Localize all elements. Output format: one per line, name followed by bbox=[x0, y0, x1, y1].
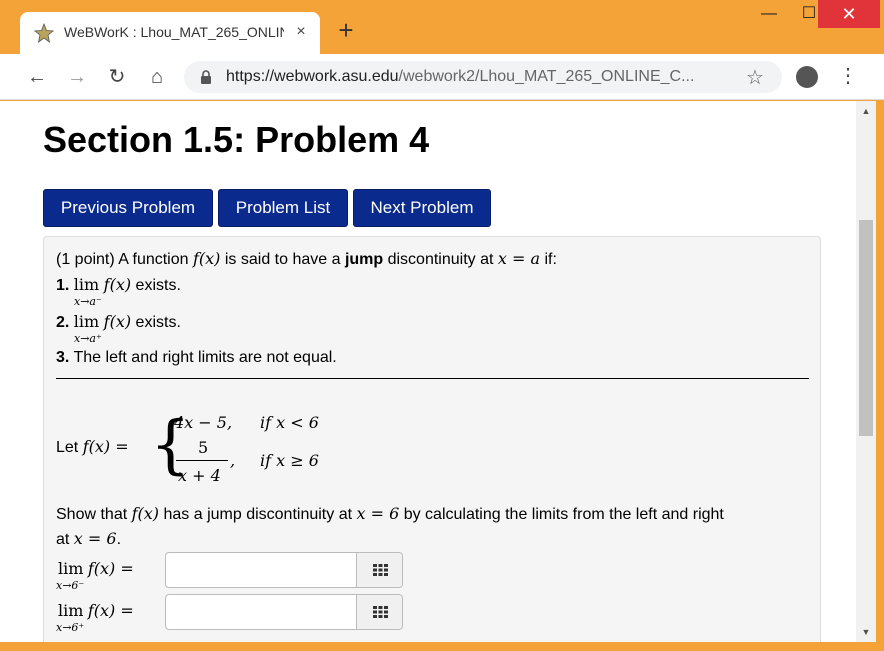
equation-editor-button[interactable] bbox=[356, 553, 402, 587]
piece-1-condition: if x < 6 bbox=[260, 413, 319, 432]
divider bbox=[56, 378, 809, 379]
problem-body: (1 point) A function f(x) is said to hav… bbox=[43, 236, 821, 642]
close-window-button[interactable]: ✕ bbox=[818, 0, 880, 28]
show-text-line-1: Show that f(x) has a jump discontinuity … bbox=[56, 504, 724, 523]
browser-toolbar: ← → ↻ ⌂ https://webwork.asu.edu/webwork2… bbox=[0, 54, 884, 100]
answer-right-subscript: x→6⁺ bbox=[56, 621, 85, 634]
new-tab-button[interactable]: + bbox=[334, 17, 358, 43]
answer-left-subscript: x→6⁻ bbox=[56, 579, 85, 592]
piece-2-numerator: 5 bbox=[198, 438, 209, 457]
piece-2-condition: if x ≥ 6 bbox=[260, 451, 319, 470]
piece-2-denominator: x + 4 bbox=[178, 466, 221, 485]
piece-1-expr: 4x − 5, bbox=[174, 413, 233, 432]
equation-editor-button[interactable] bbox=[356, 595, 402, 629]
lock-icon bbox=[201, 70, 211, 84]
scroll-down-arrow-icon[interactable]: ▼ bbox=[856, 624, 876, 640]
window-frame-bottom bbox=[0, 642, 884, 651]
let-definition: Let f(x) = bbox=[56, 437, 129, 456]
show-text-line-2: at x = 6. bbox=[56, 529, 122, 548]
condition-3: 3. The left and right limits are not equ… bbox=[56, 349, 337, 366]
lim-left-subscript: x→a⁻ bbox=[74, 295, 102, 308]
answer-left-label: lim f(x) = bbox=[58, 559, 134, 578]
keypad-grid-icon bbox=[373, 606, 388, 618]
answer-left-input[interactable] bbox=[166, 553, 356, 587]
home-icon[interactable]: ⌂ bbox=[144, 64, 170, 90]
bookmark-star-icon[interactable]: ☆ bbox=[746, 65, 764, 90]
browser-tab[interactable]: WeBWorK : Lhou_MAT_265_ONLINE × bbox=[20, 12, 320, 54]
lim-right-subscript: x→a⁺ bbox=[74, 332, 102, 345]
url-text[interactable]: https://webwork.asu.edu/webwork2/Lhou_MA… bbox=[226, 68, 734, 86]
tab-close-icon[interactable]: × bbox=[292, 21, 310, 43]
scroll-up-arrow-icon[interactable]: ▲ bbox=[856, 103, 876, 119]
answer-left-field bbox=[165, 552, 403, 588]
webwork-favicon-icon bbox=[34, 23, 54, 43]
forward-arrow-icon[interactable]: → bbox=[64, 64, 90, 90]
page-title: Section 1.5: Problem 4 bbox=[43, 119, 430, 160]
vertical-scrollbar[interactable]: ▲ ▼ bbox=[856, 101, 876, 642]
account-icon[interactable] bbox=[796, 66, 818, 88]
menu-dots-icon[interactable]: ⋮ bbox=[838, 66, 858, 88]
back-arrow-icon[interactable]: ← bbox=[24, 64, 50, 90]
condition-2: 2. lim f(x) exists. bbox=[56, 312, 181, 331]
reload-icon[interactable]: ↻ bbox=[104, 64, 130, 90]
keypad-grid-icon bbox=[373, 564, 388, 576]
browser-window: WeBWorK : Lhou_MAT_265_ONLINE × + — ☐ ✕ … bbox=[0, 0, 884, 651]
previous-problem-button[interactable]: Previous Problem bbox=[43, 189, 213, 227]
answer-right-label: lim f(x) = bbox=[58, 601, 134, 620]
scrollbar-thumb[interactable] bbox=[859, 220, 873, 436]
answer-right-input[interactable] bbox=[166, 595, 356, 629]
tab-title: WeBWorK : Lhou_MAT_265_ONLINE bbox=[64, 24, 284, 40]
next-problem-button[interactable]: Next Problem bbox=[353, 189, 491, 227]
tab-strip: WeBWorK : Lhou_MAT_265_ONLINE × + — ☐ ✕ bbox=[0, 0, 884, 54]
address-bar[interactable]: https://webwork.asu.edu/webwork2/Lhou_MA… bbox=[184, 61, 782, 93]
fraction-bar bbox=[176, 460, 228, 461]
window-frame-right bbox=[876, 101, 884, 651]
condition-1: 1. lim f(x) exists. bbox=[56, 275, 181, 294]
page-viewport: Section 1.5: Problem 4 Previous Problem … bbox=[0, 101, 856, 642]
problem-intro: (1 point) A function f(x) is said to hav… bbox=[56, 249, 557, 268]
problem-list-button[interactable]: Problem List bbox=[218, 189, 348, 227]
answer-right-field bbox=[165, 594, 403, 630]
piece-2-comma: , bbox=[230, 451, 236, 470]
